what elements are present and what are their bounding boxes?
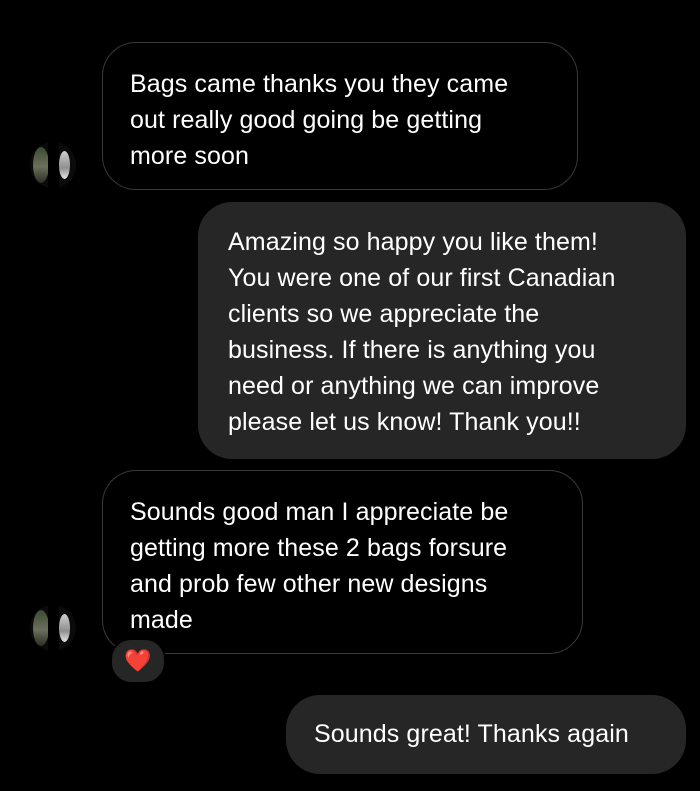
avatar-photo-left [33, 610, 49, 646]
incoming-message-bubble[interactable]: Sounds good man I appreciate be getting … [102, 470, 583, 654]
outgoing-message-bubble[interactable]: Amazing so happy you like them! You were… [198, 202, 686, 459]
contact-avatar-icon[interactable] [30, 142, 76, 188]
contact-avatar-icon[interactable] [30, 605, 76, 651]
avatar-photo-gap [48, 142, 59, 188]
avatar-photo-right [59, 151, 70, 179]
incoming-message-bubble[interactable]: Bags came thanks you they came out reall… [102, 42, 578, 190]
heart-reaction-icon: ❤️ [124, 648, 152, 673]
outgoing-message-bubble[interactable]: Sounds great! Thanks again [286, 695, 686, 774]
avatar-photo-left [33, 147, 49, 183]
avatar-photo-gap [48, 605, 59, 651]
heart-reaction-badge[interactable]: ❤️ [110, 638, 166, 684]
avatar-photo-right [59, 614, 70, 642]
